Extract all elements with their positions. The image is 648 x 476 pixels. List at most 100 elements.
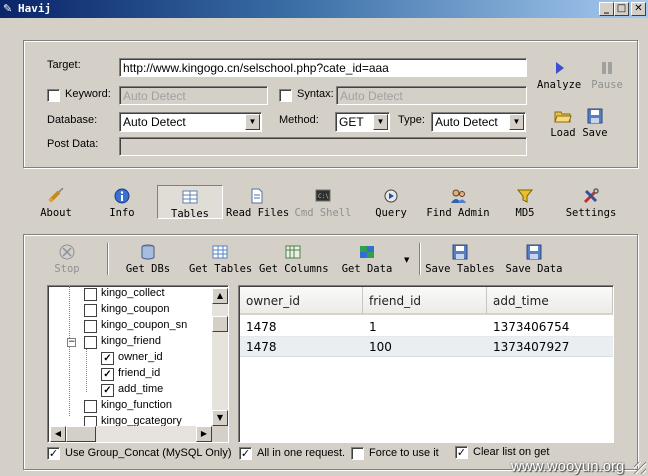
data-grid[interactable]: owner_id friend_id add_time 1478 1 13734…: [238, 285, 614, 443]
save-button[interactable]: Save: [580, 108, 610, 139]
resize-grip[interactable]: [634, 462, 646, 474]
load-button[interactable]: Load: [547, 108, 579, 139]
tree-vertical-scrollbar[interactable]: ▲ ▼: [212, 288, 228, 426]
chevron-down-icon[interactable]: ▼: [509, 114, 524, 130]
toolbar-tables[interactable]: Tables: [157, 185, 223, 220]
scroll-right-icon[interactable]: ▶: [196, 426, 212, 442]
database-select[interactable]: Auto Detect ▼: [119, 112, 262, 132]
toolbar-cmd-shell[interactable]: C:\ Cmd Shell: [294, 188, 352, 219]
table-row[interactable]: 1478 100 1373407927: [240, 337, 613, 357]
tree-checkbox[interactable]: [84, 400, 97, 413]
get-data-dropdown-icon[interactable]: ▼: [404, 256, 409, 264]
title-bar[interactable]: ✎ Havij _ □ ✕: [0, 0, 648, 18]
column-header[interactable]: add_time: [487, 287, 613, 315]
keyword-label: Keyword:: [65, 88, 111, 100]
toolbar-about[interactable]: About: [36, 188, 76, 219]
pause-button[interactable]: Pause: [588, 60, 626, 91]
scroll-thumb[interactable]: [212, 316, 228, 332]
clear-list-checkbox[interactable]: ✓: [455, 446, 468, 459]
tree-horizontal-scrollbar[interactable]: ◀ ▶: [50, 426, 212, 442]
tree-checkbox[interactable]: [84, 304, 97, 317]
get-dbs-button[interactable]: Get DBs: [124, 244, 172, 275]
type-select[interactable]: Auto Detect ▼: [431, 112, 526, 132]
chevron-down-icon[interactable]: ▼: [245, 114, 260, 130]
scroll-corner: [212, 426, 228, 442]
table-cell: 1373406754: [493, 320, 570, 334]
tables-tree[interactable]: − kingo_collect kingo_coupon kingo_coupo…: [47, 285, 229, 443]
columns-icon: [285, 245, 301, 259]
get-columns-button[interactable]: Get Columns: [259, 244, 329, 275]
toolbar-info[interactable]: Info: [104, 188, 140, 219]
toolbar-separator: [107, 243, 108, 275]
table-row[interactable]: 1478 1 1373406754: [240, 317, 613, 337]
app-icon: ✎: [3, 2, 13, 15]
info-label: Info: [109, 207, 135, 219]
table-grid-icon: [212, 245, 228, 259]
column-header[interactable]: owner_id: [240, 287, 363, 315]
tables-label: Tables: [171, 208, 209, 220]
column-header[interactable]: friend_id: [363, 287, 487, 315]
tree-checkbox[interactable]: [84, 336, 97, 349]
group-concat-checkbox[interactable]: ✓: [47, 447, 60, 460]
toolbar-separator: [419, 243, 420, 275]
tree-line: [69, 286, 70, 416]
save-data-button[interactable]: Save Data: [505, 244, 563, 275]
postdata-input[interactable]: [119, 137, 527, 156]
keyword-checkbox[interactable]: [47, 89, 60, 102]
toolbar-md5[interactable]: MD5: [512, 188, 538, 219]
scroll-down-icon[interactable]: ▼: [212, 410, 228, 426]
table-cell: 100: [369, 340, 392, 354]
save-data-label: Save Data: [505, 263, 563, 275]
method-select[interactable]: GET ▼: [335, 112, 390, 132]
folder-open-icon: [554, 111, 572, 123]
toolbar-read-files[interactable]: Read Files: [226, 188, 289, 219]
file-icon: [251, 188, 263, 204]
target-input[interactable]: http://www.kingogo.cn/selschool.php?cate…: [119, 58, 527, 77]
syntax-checkbox[interactable]: [279, 89, 292, 102]
get-columns-label: Get Columns: [259, 263, 329, 275]
toolbar-settings[interactable]: Settings: [564, 188, 618, 219]
tree-checkbox[interactable]: ✓: [101, 384, 114, 397]
floppy-icon: [452, 244, 468, 260]
funnel-icon: [516, 189, 534, 203]
method-select-value: GET: [339, 115, 364, 129]
get-tables-button[interactable]: Get Tables: [189, 244, 252, 275]
query-label: Query: [375, 207, 407, 219]
close-button[interactable]: ✕: [631, 2, 646, 16]
tree-line: [86, 348, 87, 392]
save-tables-button[interactable]: Save Tables: [425, 244, 495, 275]
get-data-button[interactable]: Get Data: [340, 244, 394, 275]
scroll-thumb[interactable]: [66, 426, 96, 442]
floppy-icon: [587, 108, 603, 124]
play-icon: [556, 62, 564, 74]
table-cell: 1478: [246, 320, 277, 334]
analyze-button[interactable]: Analyze: [537, 60, 581, 91]
syntax-input[interactable]: Auto Detect: [336, 86, 527, 105]
toolbar-find-admin[interactable]: Find Admin: [426, 188, 490, 219]
tree-node-label: kingo_friend: [101, 335, 161, 347]
syntax-label: Syntax:: [297, 88, 334, 100]
all-in-one-checkbox[interactable]: ✓: [239, 447, 252, 460]
tree-checkbox[interactable]: ✓: [101, 352, 114, 365]
maximize-button[interactable]: □: [614, 2, 629, 16]
tree-node-label: kingo_coupon_sn: [101, 319, 188, 331]
cmd-shell-label: Cmd Shell: [294, 207, 352, 219]
get-dbs-label: Get DBs: [125, 263, 171, 275]
chevron-down-icon[interactable]: ▼: [373, 114, 388, 130]
load-label: Load: [550, 127, 576, 139]
keyword-input[interactable]: Auto Detect: [119, 86, 268, 105]
collapse-toggle[interactable]: −: [67, 338, 76, 347]
tree-checkbox[interactable]: ✓: [101, 368, 114, 381]
tools-icon: [583, 188, 599, 204]
force-checkbox[interactable]: [351, 447, 364, 460]
info-icon: [114, 188, 130, 204]
toolbar-query[interactable]: Query: [373, 188, 409, 219]
tree-checkbox[interactable]: [84, 320, 97, 333]
tree-checkbox[interactable]: [84, 288, 97, 301]
admin-icon: [451, 189, 466, 203]
tree-node-label: add_time: [118, 383, 164, 395]
minimize-button[interactable]: _: [599, 2, 614, 16]
scroll-up-icon[interactable]: ▲: [212, 288, 228, 304]
scroll-left-icon[interactable]: ◀: [50, 426, 66, 442]
stop-button[interactable]: Stop: [52, 244, 82, 275]
